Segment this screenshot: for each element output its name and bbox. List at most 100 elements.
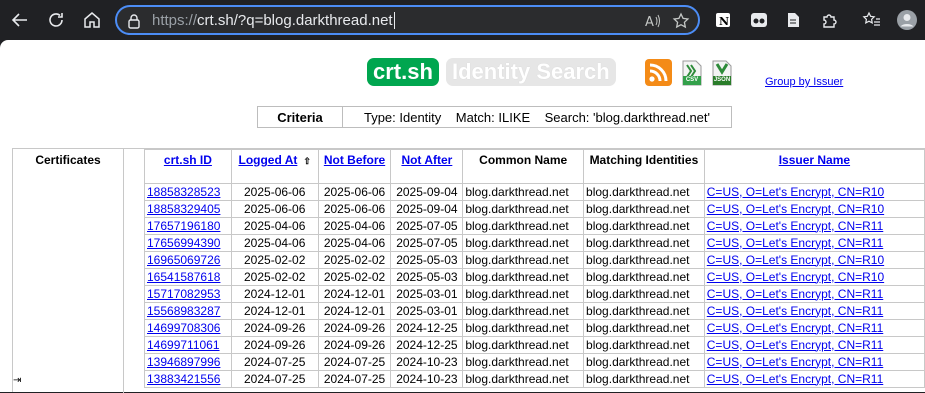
- logged-at-cell: 2024-12-01: [230, 302, 319, 320]
- favorite-star-icon[interactable]: [672, 12, 690, 35]
- cert-id-link[interactable]: 17656994390: [144, 234, 232, 252]
- cert-id-link[interactable]: 13946897996: [144, 353, 232, 371]
- criteria-box: Criteria Type: Identity Match: ILIKE Sea…: [257, 106, 732, 128]
- issuer-name-link[interactable]: C=US, O=Let's Encrypt, CN=R11: [703, 217, 925, 235]
- table-row: 18858328523 2025-06-06 2025-06-06 2025-09-0…: [144, 183, 925, 201]
- col-header-id[interactable]: crt.sh ID: [144, 149, 232, 184]
- matching-identities-cell: blog.darkthread.net: [583, 353, 705, 371]
- cert-id-link[interactable]: 17657196180: [144, 217, 232, 235]
- table-row: 17657196180 2025-04-06 2025-04-06 2025-07-0…: [144, 217, 925, 235]
- issuer-name-link[interactable]: C=US, O=Let's Encrypt, CN=R11: [703, 336, 925, 354]
- rss-feed-icon[interactable]: [645, 59, 672, 86]
- refresh-icon[interactable]: [44, 8, 68, 32]
- common-name-cell: blog.darkthread.net: [462, 183, 585, 201]
- not-before-cell: 2025-02-02: [317, 251, 392, 269]
- not-after-cell: 2024-12-25: [390, 319, 464, 337]
- logged-at-cell: 2024-09-26: [230, 319, 319, 337]
- page-title: Identity Search: [446, 58, 616, 86]
- cert-id-link[interactable]: 13883421556: [144, 370, 232, 388]
- not-after-cell: 2025-03-01: [390, 285, 464, 303]
- col-header-not-before[interactable]: Not Before: [317, 149, 392, 184]
- json-download-icon[interactable]: JSON: [710, 59, 734, 87]
- url-host: crt.sh: [197, 12, 234, 29]
- cert-id-link[interactable]: 14699708306: [144, 319, 232, 337]
- issuer-name-link[interactable]: C=US, O=Let's Encrypt, CN=R11: [703, 285, 925, 303]
- cert-id-link[interactable]: 18858329405: [144, 200, 232, 218]
- cert-id-link[interactable]: 14699711061: [144, 336, 232, 354]
- not-before-cell: 2024-09-26: [317, 336, 392, 354]
- logged-at-cell: 2025-04-06: [230, 234, 319, 252]
- matching-identities-cell: blog.darkthread.net: [583, 370, 705, 388]
- col-header-logged-at[interactable]: Logged At ⇧: [230, 149, 319, 184]
- matching-identities-cell: blog.darkthread.net: [583, 268, 705, 286]
- not-after-cell: 2025-05-03: [390, 268, 464, 286]
- table-row: 14699708306 2024-09-26 2024-09-26 2024-12-2…: [144, 319, 925, 337]
- results-container: Certificates ⇥ crt.sh ID Logged At ⇧ Not …: [12, 148, 925, 393]
- issuer-name-link[interactable]: C=US, O=Let's Encrypt, CN=R10: [703, 268, 925, 286]
- common-name-cell: blog.darkthread.net: [462, 353, 585, 371]
- logged-at-label: Logged At: [238, 153, 298, 167]
- issuer-name-link[interactable]: C=US, O=Let's Encrypt, CN=R10: [703, 183, 925, 201]
- document-icon[interactable]: [781, 8, 805, 32]
- issuer-name-link[interactable]: C=US, O=Let's Encrypt, CN=R11: [703, 353, 925, 371]
- issuer-name-link[interactable]: C=US, O=Let's Encrypt, CN=R11: [703, 370, 925, 388]
- not-before-cell: 2024-09-26: [317, 319, 392, 337]
- text-caret: [393, 12, 395, 29]
- table-row: 16541587618 2025-02-02 2025-02-02 2025-05-0…: [144, 268, 925, 286]
- address-bar[interactable]: https://crt.sh/?q=blog.darkthread.net A: [115, 5, 700, 35]
- back-arrow-icon[interactable]: [8, 8, 32, 32]
- matching-identities-cell: blog.darkthread.net: [583, 251, 705, 269]
- read-aloud-icon[interactable]: A: [644, 12, 662, 35]
- logged-at-cell: 2024-07-25: [230, 370, 319, 388]
- issuer-name-link[interactable]: C=US, O=Let's Encrypt, CN=R10: [703, 251, 925, 269]
- url-path: /?q=blog.darkthread.net: [233, 12, 393, 29]
- issuer-name-link[interactable]: C=US, O=Let's Encrypt, CN=R11: [703, 302, 925, 320]
- common-name-cell: blog.darkthread.net: [462, 200, 585, 218]
- cert-id-link[interactable]: 15568983287: [144, 302, 232, 320]
- lock-icon[interactable]: [126, 13, 142, 34]
- extension-glasses-icon[interactable]: [747, 8, 771, 32]
- matching-identities-cell: blog.darkthread.net: [583, 336, 705, 354]
- matching-identities-cell: blog.darkthread.net: [583, 200, 705, 218]
- not-after-cell: 2025-09-04: [390, 200, 464, 218]
- not-before-cell: 2025-04-06: [317, 217, 392, 235]
- col-header-common-name: Common Name: [462, 149, 585, 184]
- cert-id-link[interactable]: 15717082953: [144, 285, 232, 303]
- logged-at-cell: 2025-02-02: [230, 268, 319, 286]
- issuer-name-link[interactable]: C=US, O=Let's Encrypt, CN=R10: [703, 200, 925, 218]
- col-header-not-after[interactable]: Not After: [390, 149, 464, 184]
- csv-download-icon[interactable]: CSV: [680, 59, 704, 87]
- not-after-cell: 2025-07-05: [390, 217, 464, 235]
- not-after-cell: 2025-07-05: [390, 234, 464, 252]
- not-before-cell: 2024-07-25: [317, 353, 392, 371]
- group-by-issuer-link[interactable]: Group by Issuer: [765, 76, 843, 88]
- site-logo[interactable]: crt.sh: [367, 58, 439, 86]
- common-name-cell: blog.darkthread.net: [462, 251, 585, 269]
- common-name-cell: blog.darkthread.net: [462, 370, 585, 388]
- profile-avatar-icon[interactable]: [895, 8, 919, 32]
- csv-label: CSV: [685, 77, 699, 83]
- common-name-cell: blog.darkthread.net: [462, 302, 585, 320]
- table-row: 13883421556 2024-07-25 2024-07-25 2024-10-2…: [144, 370, 925, 388]
- svg-text:A: A: [645, 15, 654, 30]
- logged-at-cell: 2025-02-02: [230, 251, 319, 269]
- cert-id-link[interactable]: 16541587618: [144, 268, 232, 286]
- cert-id-link[interactable]: 18858328523: [144, 183, 232, 201]
- criteria-value: Type: Identity Match: ILIKE Search: 'blo…: [363, 109, 711, 125]
- notion-extension-icon[interactable]: N: [711, 8, 735, 32]
- home-icon[interactable]: [80, 8, 104, 32]
- issuer-name-link[interactable]: C=US, O=Let's Encrypt, CN=R11: [703, 319, 925, 337]
- resize-cursor-icon: ⇥: [13, 375, 22, 386]
- url-text[interactable]: https://crt.sh/?q=blog.darkthread.net: [152, 12, 395, 29]
- common-name-cell: blog.darkthread.net: [462, 217, 585, 235]
- not-after-cell: 2025-09-04: [390, 183, 464, 201]
- not-after-cell: 2024-10-23: [390, 370, 464, 388]
- sort-ascending-icon: ⇧: [303, 156, 311, 166]
- favorites-list-icon[interactable]: [860, 8, 884, 32]
- issuer-name-link[interactable]: C=US, O=Let's Encrypt, CN=R11: [703, 234, 925, 252]
- extensions-puzzle-icon[interactable]: [818, 8, 842, 32]
- logged-at-cell: 2025-06-06: [230, 200, 319, 218]
- table-header-row: crt.sh ID Logged At ⇧ Not Before Not Afte…: [144, 149, 925, 184]
- cert-id-link[interactable]: 16965069726: [144, 251, 232, 269]
- col-header-issuer-name[interactable]: Issuer Name: [703, 149, 925, 184]
